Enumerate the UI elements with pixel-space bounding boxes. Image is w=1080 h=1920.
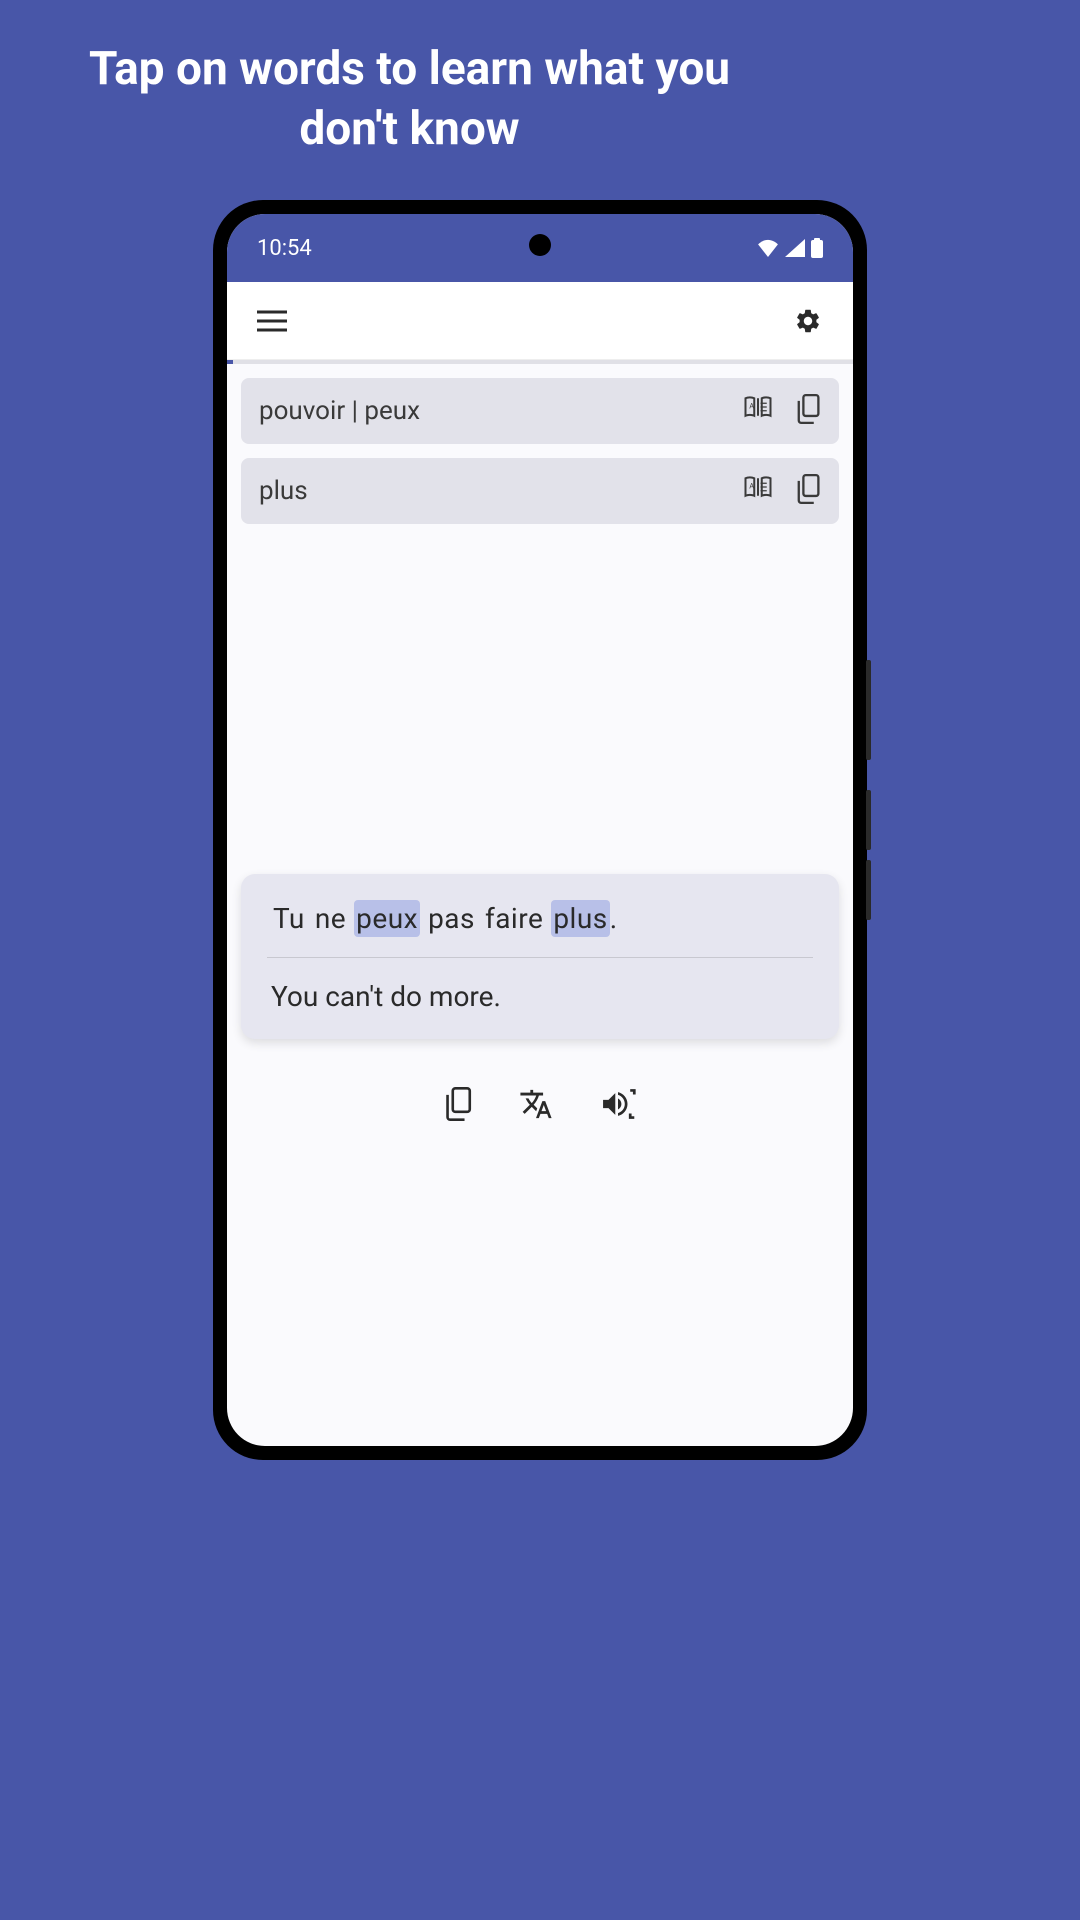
copy-icon: [795, 474, 821, 504]
bottom-actions: [227, 1087, 853, 1125]
dictionary-button[interactable]: A: [743, 394, 773, 428]
status-time: 10:54: [257, 236, 312, 261]
copy-button[interactable]: [795, 394, 821, 428]
phone-volume-down: [866, 860, 871, 920]
progress-bar: [227, 360, 853, 364]
app-bar: [227, 282, 853, 360]
copy-icon: [795, 394, 821, 424]
translate-button[interactable]: [519, 1087, 553, 1125]
speaker-icon: [599, 1087, 637, 1121]
battery-icon: [811, 238, 823, 258]
word-card-text: plus: [259, 476, 308, 506]
svg-text:A: A: [749, 401, 754, 410]
sentence-word[interactable]: peux: [354, 900, 420, 937]
sentence-translation: You can't do more.: [271, 980, 809, 1013]
book-icon: A: [743, 474, 773, 500]
word-card-text: pouvoir | peux: [259, 396, 420, 426]
settings-button[interactable]: [788, 301, 828, 341]
book-icon: A: [743, 394, 773, 420]
word-card[interactable]: pouvoir | peux A: [241, 378, 839, 444]
sentence-word[interactable]: pas: [426, 900, 477, 937]
wifi-icon: [757, 239, 779, 257]
sentence-punct: .: [610, 902, 618, 935]
progress-fill: [227, 360, 233, 364]
dictionary-button[interactable]: A: [743, 474, 773, 508]
hamburger-icon: [257, 309, 287, 333]
signal-icon: [785, 239, 805, 257]
sentence-word[interactable]: Tu: [271, 900, 307, 937]
status-icons: [757, 238, 823, 258]
phone-volume-up: [866, 790, 871, 850]
sentence-word[interactable]: plus: [551, 900, 609, 937]
content-area: pouvoir | peux A plus A: [227, 364, 853, 524]
sentence-word[interactable]: ne: [313, 900, 348, 937]
sentence-word[interactable]: faire: [483, 900, 545, 937]
phone-power-button: [866, 660, 871, 760]
speak-button[interactable]: [599, 1087, 637, 1125]
gear-icon: [794, 307, 822, 335]
word-card[interactable]: plus A: [241, 458, 839, 524]
sentence-card: Tunepeuxpasfaireplus. You can't do more.: [241, 874, 839, 1039]
copy-button[interactable]: [795, 474, 821, 508]
translate-icon: [519, 1087, 553, 1121]
promo-headline: Tap on words to learn what you don't kno…: [0, 0, 819, 200]
menu-button[interactable]: [252, 301, 292, 341]
copy-icon: [443, 1087, 473, 1121]
phone-frame: 10:54 pouvoir | peux A: [213, 200, 867, 1460]
sentence-source: Tunepeuxpasfaireplus.: [271, 900, 809, 957]
copy-sentence-button[interactable]: [443, 1087, 473, 1125]
svg-text:A: A: [749, 481, 754, 490]
divider: [267, 957, 813, 958]
phone-camera-notch: [529, 234, 551, 256]
